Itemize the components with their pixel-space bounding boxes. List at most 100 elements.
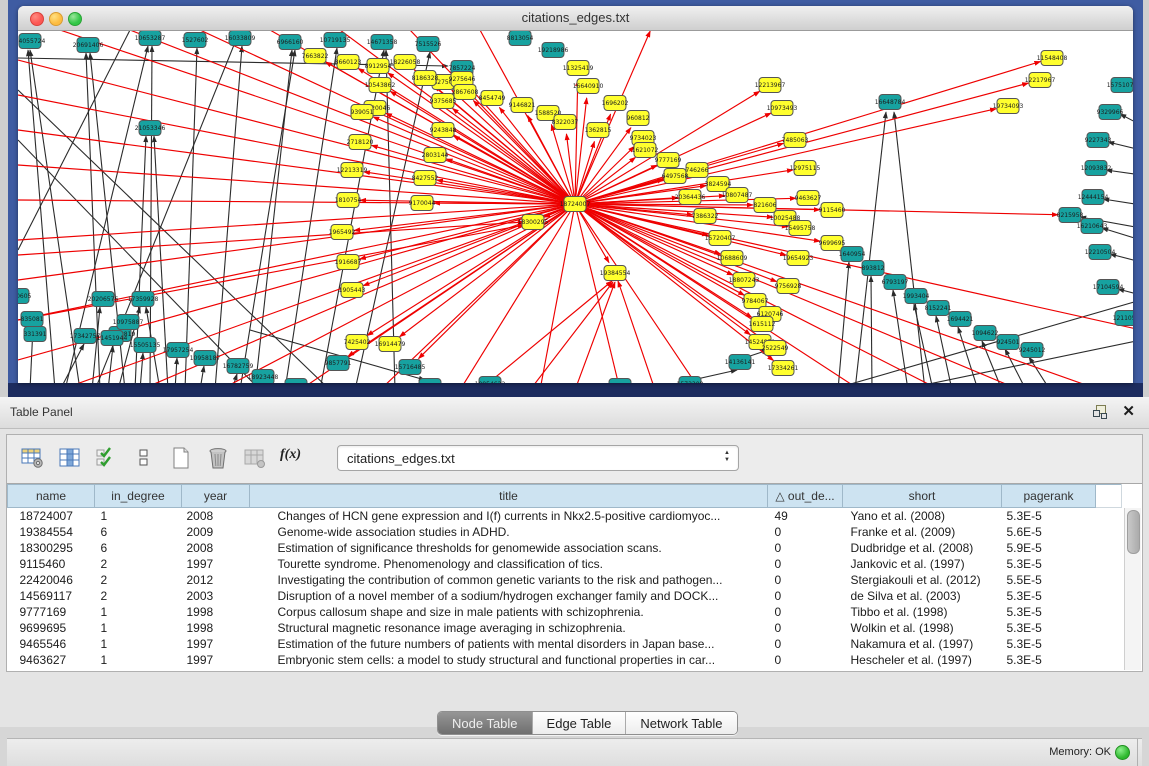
graph-node[interactable]: 9777169 bbox=[655, 153, 682, 168]
tab-edge-table[interactable]: Edge Table bbox=[533, 712, 627, 734]
graph-node[interactable]: 10688609 bbox=[717, 251, 748, 266]
graph-node[interactable]: 2522549 bbox=[762, 341, 789, 356]
graph-node[interactable]: 8454749 bbox=[479, 91, 506, 106]
graph-node[interactable]: 16782759 bbox=[223, 359, 254, 374]
graph-node[interactable]: 10954622 bbox=[475, 377, 506, 384]
graph-node[interactable]: 7425402 bbox=[344, 335, 371, 350]
graph-node[interactable]: 12213967 bbox=[755, 78, 786, 93]
graph-node[interactable]: 9857791 bbox=[325, 356, 352, 371]
column-header-name[interactable]: name bbox=[8, 485, 95, 508]
graph-node[interactable]: 10973493 bbox=[767, 101, 798, 116]
graph-node[interactable]: 9115460 bbox=[819, 203, 846, 218]
graph-node[interactable]: 7386322 bbox=[692, 209, 719, 224]
graph-node[interactable]: 16210643 bbox=[1077, 219, 1108, 234]
tab-network-table[interactable]: Network Table bbox=[626, 712, 736, 734]
graph-node[interactable]: 8912954 bbox=[365, 59, 392, 74]
graph-node[interactable]: 12213319 bbox=[337, 163, 368, 178]
graph-node[interactable]: 9375685 bbox=[430, 94, 457, 109]
graph-node[interactable]: 9463627 bbox=[795, 191, 822, 206]
graph-node[interactable]: 16640910 bbox=[573, 79, 604, 94]
graph-node[interactable]: 8135702 bbox=[607, 379, 634, 384]
table-row[interactable]: 969969511998Structural magnetic resonanc… bbox=[8, 620, 1122, 636]
graph-node[interactable]: 1694421 bbox=[947, 312, 974, 327]
graph-node[interactable]: 15505135 bbox=[130, 338, 161, 353]
graph-node[interactable]: 1905443 bbox=[339, 283, 366, 298]
graph-node[interactable]: 10653287 bbox=[135, 31, 166, 46]
graph-node[interactable]: 12093832 bbox=[1081, 161, 1112, 176]
table-row[interactable]: 1938455462009Genome-wide association stu… bbox=[8, 524, 1122, 540]
graph-node[interactable]: 7515526 bbox=[415, 37, 442, 52]
graph-node[interactable]: 9245012 bbox=[1019, 343, 1046, 358]
graph-node[interactable]: 18923448 bbox=[248, 370, 279, 384]
graph-node[interactable]: 14136141 bbox=[725, 355, 756, 370]
graph-node[interactable]: 19384554 bbox=[600, 266, 631, 281]
graph-node[interactable]: 924501 bbox=[997, 335, 1020, 350]
graph-node[interactable]: 15751074 bbox=[1107, 78, 1133, 93]
graph-node[interactable]: 18226058 bbox=[390, 55, 421, 70]
table-row[interactable]: 1872400712008Changes of HCN gene express… bbox=[8, 508, 1122, 525]
graph-node[interactable]: 6793197 bbox=[882, 275, 909, 290]
function-icon[interactable]: f(x) bbox=[280, 447, 308, 469]
table-row[interactable]: 946362711997Embryonic stem cells: a mode… bbox=[8, 652, 1122, 668]
graph-node[interactable]: 1211056 bbox=[1113, 311, 1133, 326]
graph-node[interactable]: 9146821 bbox=[509, 98, 536, 113]
float-window-icon[interactable] bbox=[1093, 405, 1107, 418]
graph-node[interactable]: 960812 bbox=[627, 111, 650, 126]
graph-node[interactable]: 19218986 bbox=[538, 43, 569, 58]
graph-node[interactable]: 18724007 bbox=[560, 197, 591, 212]
graph-node[interactable]: 10975887 bbox=[113, 315, 144, 330]
table-settings-icon[interactable] bbox=[21, 447, 45, 469]
graph-node[interactable]: 1810754 bbox=[335, 193, 362, 208]
graph-node[interactable]: 6966160 bbox=[277, 35, 304, 50]
graph-node[interactable]: 19654923 bbox=[783, 251, 814, 266]
graph-node[interactable]: 1092345 bbox=[283, 379, 310, 384]
graph-node[interactable]: 20691406 bbox=[73, 38, 104, 53]
graph-node[interactable]: 18807243 bbox=[729, 273, 760, 288]
graph-node[interactable]: 17104594 bbox=[1093, 280, 1124, 295]
graph-node[interactable]: 1573308 bbox=[677, 377, 704, 384]
graph-node[interactable]: 331391 bbox=[24, 327, 47, 342]
graph-node[interactable]: 16914479 bbox=[375, 337, 406, 352]
graph-node[interactable]: 9243848 bbox=[430, 123, 457, 138]
column-header-out_de[interactable]: △ out_de... bbox=[768, 485, 843, 508]
graph-node[interactable]: 16648784 bbox=[875, 95, 906, 110]
column-header-year[interactable]: year bbox=[182, 485, 250, 508]
graph-node[interactable]: 9227343 bbox=[1085, 133, 1112, 148]
rows-icon[interactable] bbox=[132, 447, 156, 469]
graph-node[interactable]: 1993404 bbox=[903, 289, 930, 304]
graph-node[interactable]: 9756928 bbox=[775, 279, 802, 294]
graph-node[interactable]: 12217967 bbox=[1025, 73, 1056, 88]
graph-node[interactable]: 1696202 bbox=[602, 96, 629, 111]
graph-node[interactable]: 11451944 bbox=[97, 331, 128, 346]
graph-node[interactable]: 15720407 bbox=[705, 231, 736, 246]
graph-node[interactable]: 8186328 bbox=[412, 71, 439, 86]
graph-node[interactable]: 8215958 bbox=[1057, 208, 1084, 223]
graph-node[interactable]: 8322037 bbox=[552, 115, 579, 130]
graph-node[interactable]: 6497568 bbox=[662, 169, 689, 184]
graph-node[interactable]: 1965492 bbox=[329, 225, 356, 240]
graph-node[interactable]: 746266 bbox=[686, 163, 709, 178]
graph-node[interactable]: 8813054 bbox=[507, 31, 534, 46]
graph-node[interactable]: 16033809 bbox=[225, 31, 256, 46]
table-selector-combo[interactable]: citations_edges.txt ▲▼ bbox=[337, 445, 739, 471]
graph-node[interactable]: 17359928 bbox=[128, 292, 159, 307]
graph-node[interactable]: 1916687 bbox=[335, 255, 362, 270]
graph-node[interactable]: 1615112 bbox=[749, 317, 776, 332]
graph-node[interactable]: 1527602 bbox=[182, 33, 209, 48]
graph-node[interactable]: 15495758 bbox=[785, 221, 816, 236]
graph-node[interactable]: 7663822 bbox=[302, 49, 329, 64]
graph-node[interactable]: 19734093 bbox=[993, 99, 1024, 114]
graph-node[interactable]: 12975115 bbox=[790, 161, 821, 176]
graph-node[interactable]: 21053346 bbox=[135, 121, 166, 136]
graph-node[interactable]: 2718120 bbox=[347, 135, 374, 150]
graph-node[interactable]: 10958187 bbox=[190, 351, 221, 366]
scrollbar-thumb[interactable] bbox=[1127, 510, 1140, 554]
table-row[interactable]: 977716911998Corpus callosum shape and si… bbox=[8, 604, 1122, 620]
select-checks-icon[interactable] bbox=[95, 447, 119, 469]
tab-node-table[interactable]: Node Table bbox=[438, 712, 533, 734]
graph-node[interactable]: 8152241 bbox=[925, 301, 952, 316]
graph-node[interactable]: 12210504 bbox=[1085, 245, 1116, 260]
graph-node[interactable]: 10807487 bbox=[722, 188, 753, 203]
graph-node[interactable]: 939051 bbox=[351, 105, 374, 120]
close-icon[interactable]: ✕ bbox=[1122, 402, 1135, 420]
